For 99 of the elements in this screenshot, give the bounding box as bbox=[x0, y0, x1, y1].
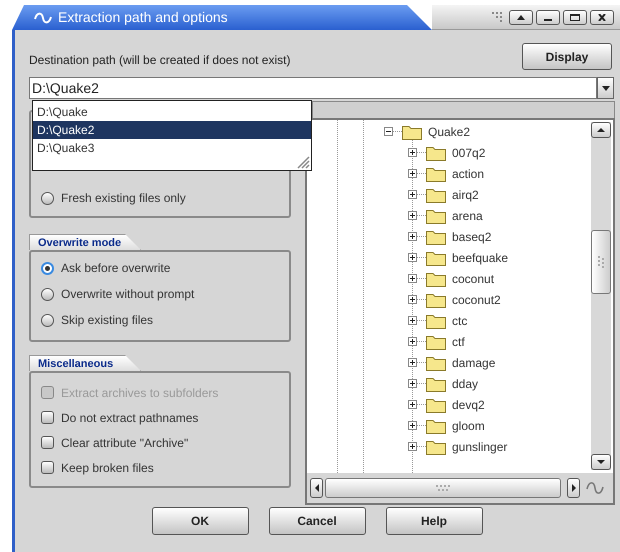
dialog-button[interactable]: OK bbox=[152, 507, 248, 535]
folder-icon bbox=[402, 124, 422, 140]
option-label: Clear attribute "Archive" bbox=[61, 434, 188, 452]
folder-icon bbox=[426, 292, 446, 308]
folder-name[interactable]: arena bbox=[452, 206, 483, 224]
folder-icon bbox=[426, 208, 446, 224]
close-icon bbox=[598, 14, 606, 20]
triangle-down-icon bbox=[597, 460, 605, 464]
triangle-left-icon bbox=[314, 484, 318, 492]
expand-icon[interactable] bbox=[408, 316, 417, 325]
grip-icon bbox=[492, 12, 504, 22]
folder-icon bbox=[426, 312, 446, 328]
checkbox[interactable] bbox=[41, 436, 54, 449]
option-label: Skip existing files bbox=[61, 312, 154, 329]
folder-name[interactable]: coconut2 bbox=[452, 290, 501, 308]
resize-grip-icon[interactable] bbox=[296, 155, 310, 169]
expand-icon[interactable] bbox=[408, 358, 417, 367]
folder-name[interactable]: gloom bbox=[452, 416, 485, 434]
wave-icon bbox=[34, 10, 52, 24]
folder-icon bbox=[426, 166, 446, 182]
folder-name[interactable]: ctf bbox=[452, 332, 465, 350]
folder-icon bbox=[426, 250, 446, 266]
radio-button[interactable] bbox=[41, 288, 54, 300]
roll-up-button[interactable] bbox=[509, 10, 533, 24]
folder-icon bbox=[426, 354, 446, 370]
dialog-button[interactable]: Help bbox=[386, 507, 482, 535]
radio-button[interactable] bbox=[41, 192, 54, 204]
folder-name[interactable]: 007q2 bbox=[452, 144, 486, 162]
folder-name[interactable]: ctc bbox=[452, 312, 468, 330]
folder-icon bbox=[426, 270, 446, 286]
caret-icon bbox=[602, 86, 610, 90]
vertical-scrollbar[interactable] bbox=[591, 122, 611, 470]
maximize-icon bbox=[570, 14, 580, 20]
folder-name[interactable]: damage bbox=[452, 354, 496, 372]
dropdown-button[interactable] bbox=[597, 77, 614, 99]
scroll-down-button[interactable] bbox=[591, 454, 611, 470]
scroll-up-button[interactable] bbox=[591, 122, 611, 138]
scroll-right-button[interactable] bbox=[567, 478, 580, 498]
dropdown-item[interactable]: D:\Quake3 bbox=[33, 139, 311, 157]
window-title: Extraction path and options bbox=[58, 8, 228, 27]
close-button[interactable] bbox=[590, 10, 614, 24]
expand-icon[interactable] bbox=[408, 274, 417, 283]
option-label: Overwrite without prompt bbox=[61, 286, 194, 303]
dropdown-item[interactable]: D:\Quake bbox=[33, 103, 311, 121]
folder-name[interactable]: beefquake bbox=[452, 248, 508, 266]
folder-name[interactable]: devq2 bbox=[452, 396, 485, 414]
radio-button[interactable] bbox=[41, 262, 54, 274]
grip-icon bbox=[598, 256, 604, 268]
option-label: Do not extract pathnames bbox=[61, 410, 198, 426]
option-label: Keep broken files bbox=[61, 460, 154, 476]
folder-name[interactable]: airq2 bbox=[452, 186, 479, 204]
folder-icon bbox=[426, 186, 446, 202]
expand-icon[interactable] bbox=[408, 379, 417, 388]
expand-icon[interactable] bbox=[408, 400, 417, 409]
folder-icon bbox=[426, 144, 446, 160]
collapse-icon[interactable] bbox=[384, 127, 393, 136]
expand-icon[interactable] bbox=[408, 190, 417, 199]
expand-icon[interactable] bbox=[408, 148, 417, 157]
folder-icon bbox=[426, 334, 446, 350]
checkbox[interactable] bbox=[41, 411, 54, 424]
grip-icon bbox=[436, 485, 450, 491]
folder-name[interactable]: coconut bbox=[452, 270, 494, 288]
display-button[interactable]: Display bbox=[522, 43, 612, 70]
radio-button[interactable] bbox=[41, 314, 54, 326]
triangle-right-icon bbox=[572, 484, 576, 492]
dialog-button[interactable]: Cancel bbox=[268, 507, 366, 535]
folder-icon bbox=[426, 396, 446, 412]
folder-icon bbox=[426, 418, 446, 434]
minimize-button[interactable] bbox=[536, 10, 560, 24]
folder-name[interactable]: baseq2 bbox=[452, 228, 492, 246]
folder-icon bbox=[426, 228, 446, 244]
scroll-thumb[interactable] bbox=[591, 230, 611, 294]
expand-icon[interactable] bbox=[408, 337, 417, 346]
expand-icon[interactable] bbox=[408, 211, 417, 220]
triangle-up-icon bbox=[597, 128, 605, 132]
folder-name[interactable]: dday bbox=[452, 374, 478, 392]
folder-icon bbox=[426, 376, 446, 392]
minimize-icon bbox=[544, 18, 552, 20]
folder-icon bbox=[426, 438, 446, 454]
triangle-up-icon bbox=[517, 14, 525, 20]
expand-icon[interactable] bbox=[408, 253, 417, 262]
scroll-left-button[interactable] bbox=[310, 478, 323, 498]
folder-name[interactable]: Quake2 bbox=[428, 122, 470, 140]
expand-icon[interactable] bbox=[408, 442, 417, 451]
folder-name[interactable]: action bbox=[452, 164, 484, 182]
dropdown-item[interactable]: D:\Quake2 bbox=[33, 121, 311, 139]
path-field[interactable]: D:\Quake2 bbox=[29, 77, 597, 99]
expand-icon[interactable] bbox=[408, 169, 417, 178]
option-label: Extract archives to subfolders bbox=[61, 384, 218, 402]
expand-icon[interactable] bbox=[408, 295, 417, 304]
expand-icon[interactable] bbox=[408, 421, 417, 430]
destination-label: Destination path (will be created if does not exist) bbox=[29, 52, 290, 69]
checkbox[interactable] bbox=[41, 461, 54, 474]
option-label: Fresh existing files only bbox=[61, 190, 186, 207]
wave-icon bbox=[586, 480, 604, 496]
maximize-button[interactable] bbox=[563, 10, 587, 24]
expand-icon[interactable] bbox=[408, 232, 417, 241]
folder-name[interactable]: gunslinger bbox=[452, 438, 508, 456]
option-label: Ask before overwrite bbox=[61, 260, 170, 277]
